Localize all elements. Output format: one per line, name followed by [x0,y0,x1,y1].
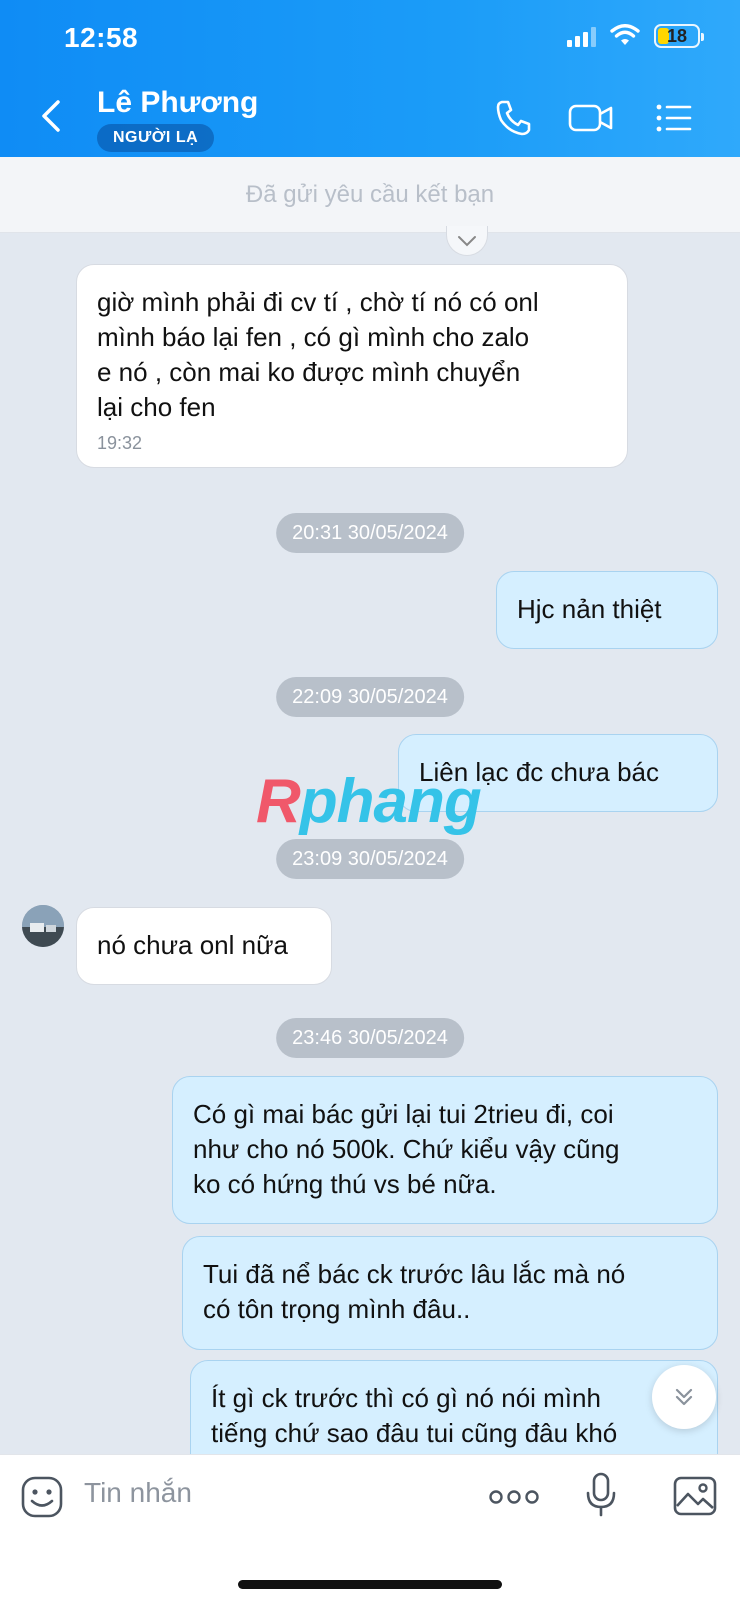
message-line: ko có hứng thú vs bé nữa. [193,1169,497,1199]
collapse-banner-button[interactable] [446,226,488,256]
back-arrow-icon[interactable] [36,96,66,136]
watermark-logo: Rphang [256,766,482,837]
message-bubble-outgoing[interactable]: Hjc nản thiệt [496,571,718,649]
menu-list-icon[interactable] [652,96,696,140]
battery-level: 18 [666,25,688,46]
status-icons: 18 [567,24,704,48]
message-line: nó chưa onl nữa [97,930,288,960]
sticker-icon[interactable] [20,1475,64,1519]
microphone-icon[interactable] [584,1471,618,1519]
message-line: lại cho fen [97,392,216,422]
message-line: Tui đã nể bác ck trước lâu lắc mà nó [203,1259,626,1289]
message-line: Có gì mai bác gửi lại tui 2trieu đi, coi [193,1099,614,1129]
message-input[interactable]: Tin nhắn [84,1477,192,1509]
timestamp-divider: 22:09 30/05/2024 [276,677,464,717]
contact-name[interactable]: Lê Phương [97,86,258,120]
message-line: có tôn trọng mình đâu.. [203,1294,471,1324]
timestamp-divider: 23:46 30/05/2024 [276,1018,464,1058]
message-input-bar: Tin nhắn [0,1454,740,1600]
message-line: như cho nó 500k. Chứ kiểu vậy cũng [193,1134,620,1164]
message-bubble-incoming[interactable]: nó chưa onl nữa [76,907,332,985]
cellular-signal-icon [567,25,596,47]
contact-avatar[interactable] [22,905,64,947]
chat-header: 12:58 18 Lê Phương NGƯỜI LẠ [0,0,740,157]
message-time: 19:32 [97,433,143,453]
phone-icon[interactable] [492,96,536,140]
timestamp-divider: 23:09 30/05/2024 [276,839,464,879]
wifi-icon [610,24,640,45]
watermark-rest: phang [299,767,482,836]
message-line: giờ mình phải đi cv tí , chờ tí nó có on… [97,287,539,317]
timestamp-divider: 20:31 30/05/2024 [276,513,464,553]
image-gallery-icon[interactable] [672,1475,718,1517]
stranger-badge: NGƯỜI LẠ [97,124,215,152]
message-line: Hjc nản thiệt [517,594,662,624]
battery-icon: 18 [654,24,704,48]
message-line: e nó , còn mai ko được mình chuyển [97,357,521,387]
chevron-down-icon [458,235,476,246]
scroll-to-bottom-button[interactable] [652,1365,716,1429]
message-line: tiếng chứ sao đâu tui cũng đâu khó [211,1418,618,1448]
video-call-icon[interactable] [566,96,616,140]
status-time: 12:58 [64,22,139,53]
message-bubble-outgoing[interactable]: Có gì mai bác gửi lại tui 2trieu đi, coi… [172,1076,718,1224]
message-bubble-outgoing[interactable]: Tui đã nể bác ck trước lâu lắc mà nó có … [182,1236,718,1350]
friend-request-text: Đã gửi yêu cầu kết bạn [245,180,495,208]
home-indicator [238,1580,502,1589]
friend-request-banner: Đã gửi yêu cầu kết bạn [0,157,740,233]
message-line: Ít gì ck trước thì có gì nó nói mình [211,1383,601,1413]
double-chevron-down-icon [675,1388,693,1406]
message-bubble-incoming[interactable]: giờ mình phải đi cv tí , chờ tí nó có on… [76,264,628,468]
message-line: mình báo lại fen , có gì mình cho zalo [97,322,530,352]
more-options-icon[interactable] [488,1485,540,1509]
watermark-first: R [256,767,301,836]
